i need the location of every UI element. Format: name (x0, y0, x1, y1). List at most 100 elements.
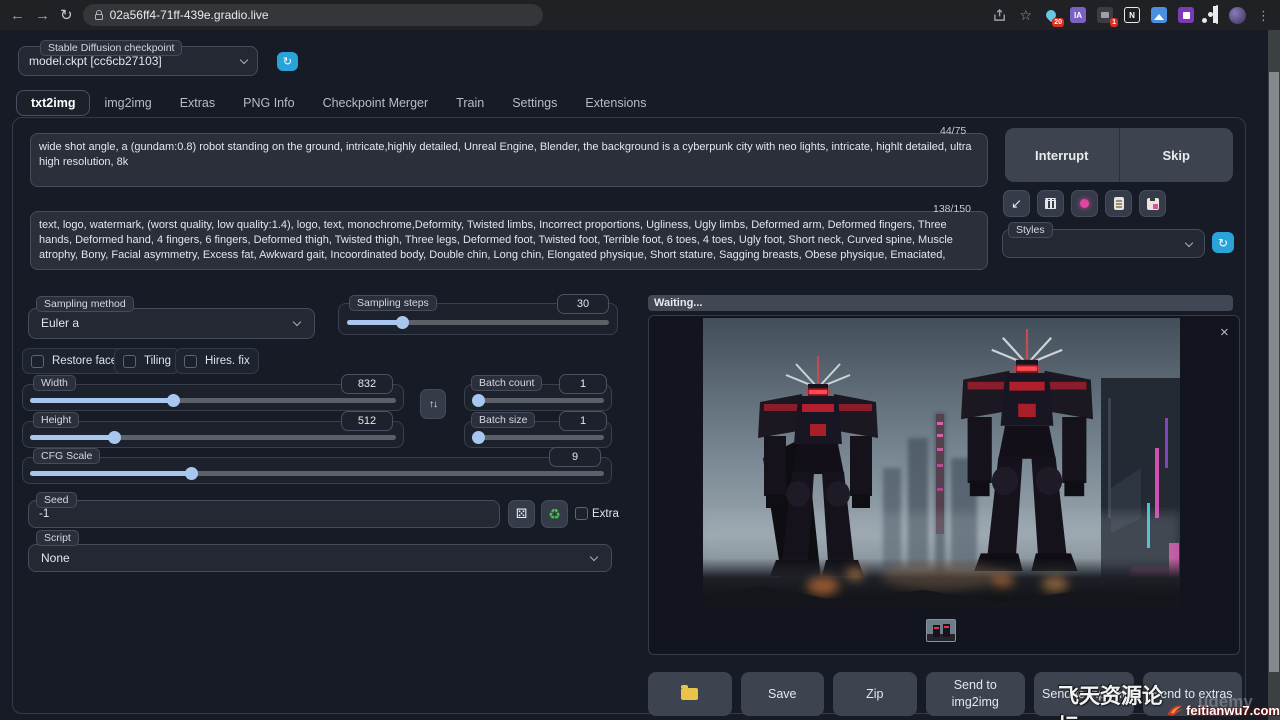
negative-prompt-token-counter: 138/150 (933, 203, 971, 215)
screen: ← → ↻ 02a56ff4-71ff-439e.gradio.live ☆ 2… (0, 0, 1280, 720)
height-slider[interactable] (30, 435, 396, 440)
send-to-extras-button[interactable]: Send to extras (1143, 672, 1243, 716)
checkpoint-value: model.ckpt [cc6cb27103] (29, 54, 162, 68)
gallery-thumbnail[interactable] (926, 619, 956, 642)
profile-avatar[interactable] (1229, 7, 1246, 24)
main-tabs: txt2img img2img Extras PNG Info Checkpoi… (16, 89, 661, 117)
sampling-steps-slider[interactable] (347, 320, 609, 325)
checkpoint-refresh-button[interactable]: ↻ (277, 52, 298, 71)
reload-icon[interactable]: ↻ (60, 8, 73, 23)
skip-button[interactable]: Skip (1120, 128, 1234, 182)
tab-png-info[interactable]: PNG Info (229, 91, 308, 115)
checkpoint-label: Stable Diffusion checkpoint (40, 40, 182, 56)
progress-status: Waiting... (654, 297, 702, 309)
send-to-inpaint-button[interactable]: Send to inpaint (1034, 672, 1134, 716)
tab-train[interactable]: Train (442, 91, 498, 115)
batch-size-slider[interactable] (472, 435, 604, 440)
save-style-button[interactable] (1139, 190, 1166, 217)
cfg-scale-label: CFG Scale (33, 448, 100, 464)
screenshot-extension-icon[interactable]: 1 (1097, 7, 1113, 23)
recycle-icon: ♻ (548, 506, 561, 523)
width-input[interactable] (341, 374, 393, 394)
seed-label: Seed (36, 492, 77, 508)
extra-networks-button[interactable] (1071, 190, 1098, 217)
batch-count-slider[interactable] (472, 398, 604, 403)
floppy-disk-icon (1147, 198, 1159, 210)
paste-generation-params-button[interactable]: ↙ (1003, 190, 1030, 217)
interrupt-button[interactable]: Interrupt (1005, 128, 1119, 182)
batch-count-input[interactable] (559, 374, 607, 394)
width-slider[interactable] (30, 398, 396, 403)
height-block: Height (22, 421, 404, 448)
trash-icon (1045, 198, 1056, 209)
save-button[interactable]: Save (741, 672, 825, 716)
apply-style-button[interactable] (1105, 190, 1132, 217)
cfg-scale-slider[interactable] (30, 471, 604, 476)
cfg-scale-input[interactable] (549, 447, 601, 467)
extra-seed-checkbox[interactable] (575, 507, 588, 520)
pink-dot-icon (1080, 199, 1089, 208)
seed-input[interactable] (28, 500, 500, 528)
tab-extras[interactable]: Extras (166, 91, 229, 115)
open-folder-button[interactable] (648, 672, 732, 716)
batch-size-input[interactable] (559, 411, 607, 431)
script-value: None (41, 551, 70, 565)
ia-extension-icon[interactable]: IA (1070, 7, 1086, 23)
tab-img2img[interactable]: img2img (90, 91, 165, 115)
negative-prompt-textarea[interactable]: text, logo, watermark, (worst quality, l… (30, 211, 988, 270)
bookmark-star-icon[interactable]: ☆ (1019, 8, 1032, 22)
onenote-extension-icon[interactable] (1178, 7, 1194, 23)
tiling-label: Tiling (144, 355, 171, 367)
back-icon[interactable]: ← (10, 8, 25, 23)
tab-checkpoint-merger[interactable]: Checkpoint Merger (309, 91, 443, 115)
tiling-checkbox[interactable] (123, 355, 136, 368)
clipboard-icon (1114, 197, 1124, 210)
share-icon[interactable] (993, 8, 1008, 22)
zip-button[interactable]: Zip (833, 672, 917, 716)
swap-dimensions-button[interactable]: ↑↓ (420, 389, 446, 419)
sampling-steps-label: Sampling steps (349, 295, 437, 311)
notion-extension-icon[interactable]: N (1124, 7, 1140, 23)
progress-bar: Waiting... (648, 295, 1233, 311)
script-label: Script (36, 530, 79, 546)
tiling-option[interactable]: Tiling (114, 348, 180, 374)
tab-settings[interactable]: Settings (498, 91, 571, 115)
output-actions: Save Zip Send to img2img Send to inpaint… (648, 672, 1242, 716)
chevron-down-icon (590, 553, 598, 561)
styles-label: Styles (1008, 222, 1053, 238)
forward-icon[interactable]: → (35, 8, 50, 23)
image-extension-icon[interactable] (1151, 7, 1167, 23)
reuse-seed-button[interactable]: ♻ (541, 500, 568, 528)
scrollbar-track[interactable] (1268, 30, 1280, 720)
interrupt-skip-group: Interrupt Skip (1005, 128, 1233, 182)
tab-txt2img[interactable]: txt2img (16, 90, 90, 116)
browser-toolbar: ← → ↻ 02a56ff4-71ff-439e.gradio.live ☆ 2… (0, 0, 1280, 30)
side-panel-icon[interactable] (1216, 6, 1218, 24)
batch-count-block: Batch count (464, 384, 612, 411)
tab-extensions[interactable]: Extensions (571, 91, 660, 115)
chevron-down-icon (293, 318, 301, 326)
height-input[interactable] (341, 411, 393, 431)
hires-fix-option[interactable]: Hires. fix (175, 348, 259, 374)
sampling-steps-input[interactable] (557, 294, 609, 314)
styles-refresh-button[interactable]: ↻ (1212, 232, 1234, 253)
cfg-scale-block: CFG Scale (22, 457, 612, 484)
batch-count-label: Batch count (471, 375, 542, 391)
hires-fix-checkbox[interactable] (184, 355, 197, 368)
random-seed-button[interactable]: ⚄ (508, 500, 535, 528)
restore-faces-checkbox[interactable] (31, 355, 44, 368)
pin-extension-icon[interactable]: 20 (1043, 7, 1059, 23)
height-label: Height (33, 412, 79, 428)
sampling-method-dropdown[interactable]: Euler a (28, 308, 315, 339)
extra-seed-label: Extra (592, 508, 619, 520)
address-bar[interactable]: 02a56ff4-71ff-439e.gradio.live (83, 4, 543, 26)
script-dropdown[interactable]: None (28, 544, 612, 572)
prompt-textarea[interactable]: wide shot angle, a (gundam:0.8) robot st… (30, 133, 988, 187)
kebab-menu-icon[interactable]: ⋮ (1257, 9, 1270, 22)
clear-prompt-button[interactable] (1037, 190, 1064, 217)
batch-size-block: Batch size (464, 421, 612, 448)
close-image-icon[interactable]: × (1220, 324, 1229, 341)
generated-image[interactable] (703, 318, 1180, 608)
scrollbar-thumb[interactable] (1269, 72, 1279, 672)
send-to-img2img-button[interactable]: Send to img2img (926, 672, 1026, 716)
